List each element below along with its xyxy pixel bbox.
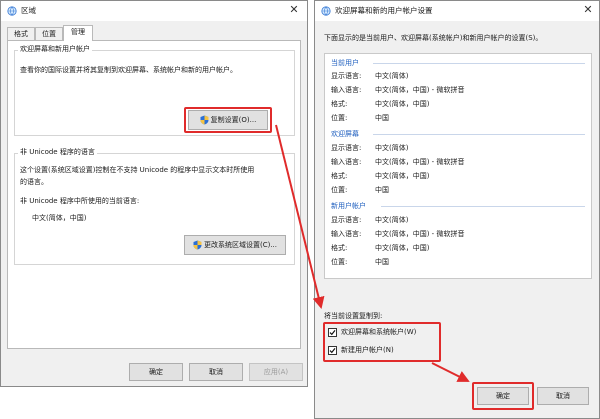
arrow-checkboxes-to-ok bbox=[431, 362, 470, 382]
tab-administrative[interactable]: 管理 bbox=[63, 25, 93, 41]
arrow-copy-to-checkboxes bbox=[275, 124, 325, 309]
annotation-arrows bbox=[275, 124, 470, 382]
tab-administrative-label: 管理 bbox=[71, 28, 85, 36]
